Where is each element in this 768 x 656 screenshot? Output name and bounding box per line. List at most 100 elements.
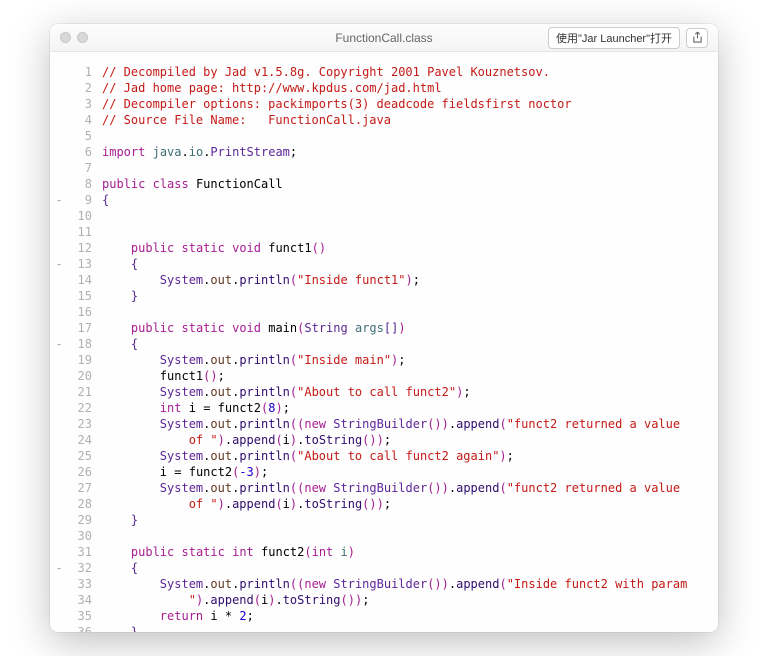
fold-gutter	[50, 112, 68, 128]
code-line[interactable]: 24 of ").append(i).toString());	[50, 432, 718, 448]
code-editor[interactable]: 1// Decompiled by Jad v1.5.8g. Copyright…	[50, 52, 718, 632]
fold-gutter[interactable]: -	[50, 560, 68, 576]
fold-gutter	[50, 304, 68, 320]
code-content: {	[100, 560, 718, 576]
line-number: 8	[68, 176, 100, 192]
code-line[interactable]: 29 }	[50, 512, 718, 528]
code-line[interactable]: -18 {	[50, 336, 718, 352]
code-content: import java.io.PrintStream;	[100, 144, 718, 160]
fold-gutter	[50, 448, 68, 464]
code-line[interactable]: 22 int i = funct2(8);	[50, 400, 718, 416]
titlebar-right: 使用"Jar Launcher"打开	[548, 27, 708, 49]
code-line[interactable]: 27 System.out.println((new StringBuilder…	[50, 480, 718, 496]
code-line[interactable]: 10	[50, 208, 718, 224]
line-number: 24	[68, 432, 100, 448]
code-line[interactable]: 11	[50, 224, 718, 240]
code-line[interactable]: 30	[50, 528, 718, 544]
code-content: }	[100, 624, 718, 632]
line-number: 27	[68, 480, 100, 496]
code-line[interactable]: 15 }	[50, 288, 718, 304]
line-number: 34	[68, 592, 100, 608]
code-line[interactable]: 1// Decompiled by Jad v1.5.8g. Copyright…	[50, 64, 718, 80]
line-number: 12	[68, 240, 100, 256]
code-line[interactable]: -9{	[50, 192, 718, 208]
fold-gutter	[50, 208, 68, 224]
code-line[interactable]: 33 System.out.println((new StringBuilder…	[50, 576, 718, 592]
code-line[interactable]: 4// Source File Name: FunctionCall.java	[50, 112, 718, 128]
line-number: 1	[68, 64, 100, 80]
code-line[interactable]: -13 {	[50, 256, 718, 272]
code-line[interactable]: 20 funct1();	[50, 368, 718, 384]
code-line[interactable]: -32 {	[50, 560, 718, 576]
fold-gutter	[50, 240, 68, 256]
fold-gutter	[50, 352, 68, 368]
code-line[interactable]: 23 System.out.println((new StringBuilder…	[50, 416, 718, 432]
line-number: 5	[68, 128, 100, 144]
code-content: {	[100, 192, 718, 208]
line-number: 21	[68, 384, 100, 400]
minimize-dot[interactable]	[77, 32, 88, 43]
line-number: 9	[68, 192, 100, 208]
code-content: System.out.println("About to call funct2…	[100, 384, 718, 400]
code-line[interactable]: 5	[50, 128, 718, 144]
code-line[interactable]: 14 System.out.println("Inside funct1");	[50, 272, 718, 288]
code-line[interactable]: 17 public static void main(String args[]…	[50, 320, 718, 336]
line-number: 28	[68, 496, 100, 512]
code-line[interactable]: 34 ").append(i).toString());	[50, 592, 718, 608]
code-content: System.out.println("About to call funct2…	[100, 448, 718, 464]
code-content	[100, 224, 718, 240]
fold-gutter[interactable]: -	[50, 336, 68, 352]
line-number: 20	[68, 368, 100, 384]
code-line[interactable]: 26 i = funct2(-3);	[50, 464, 718, 480]
fold-gutter	[50, 176, 68, 192]
code-line[interactable]: 36 }	[50, 624, 718, 632]
code-line[interactable]: 7	[50, 160, 718, 176]
close-dot[interactable]	[60, 32, 71, 43]
code-line[interactable]: 31 public static int funct2(int i)	[50, 544, 718, 560]
code-content: // Source File Name: FunctionCall.java	[100, 112, 718, 128]
code-content: System.out.println("Inside funct1");	[100, 272, 718, 288]
code-line[interactable]: 16	[50, 304, 718, 320]
line-number: 11	[68, 224, 100, 240]
code-content	[100, 304, 718, 320]
line-number: 18	[68, 336, 100, 352]
fold-gutter	[50, 160, 68, 176]
fold-gutter	[50, 320, 68, 336]
code-content: // Decompiled by Jad v1.5.8g. Copyright …	[100, 64, 718, 80]
fold-gutter	[50, 96, 68, 112]
line-number: 17	[68, 320, 100, 336]
code-content: of ").append(i).toString());	[100, 432, 718, 448]
traffic-lights	[60, 32, 88, 43]
share-button[interactable]	[686, 28, 708, 48]
open-with-button[interactable]: 使用"Jar Launcher"打开	[548, 27, 680, 49]
code-line[interactable]: 19 System.out.println("Inside main");	[50, 352, 718, 368]
code-line[interactable]: 2// Jad home page: http://www.kpdus.com/…	[50, 80, 718, 96]
code-line[interactable]: 3// Decompiler options: packimports(3) d…	[50, 96, 718, 112]
fold-gutter	[50, 368, 68, 384]
line-number: 32	[68, 560, 100, 576]
fold-gutter[interactable]: -	[50, 192, 68, 208]
code-line[interactable]: 8public class FunctionCall	[50, 176, 718, 192]
line-number: 25	[68, 448, 100, 464]
fold-gutter[interactable]: -	[50, 256, 68, 272]
code-line[interactable]: 25 System.out.println("About to call fun…	[50, 448, 718, 464]
fold-gutter	[50, 608, 68, 624]
code-content: System.out.println("Inside main");	[100, 352, 718, 368]
line-number: 36	[68, 624, 100, 632]
code-line[interactable]: 28 of ").append(i).toString());	[50, 496, 718, 512]
code-line[interactable]: 6import java.io.PrintStream;	[50, 144, 718, 160]
fold-gutter	[50, 592, 68, 608]
code-line[interactable]: 35 return i * 2;	[50, 608, 718, 624]
code-content	[100, 528, 718, 544]
code-content	[100, 208, 718, 224]
line-number: 3	[68, 96, 100, 112]
code-line[interactable]: 21 System.out.println("About to call fun…	[50, 384, 718, 400]
code-content: {	[100, 256, 718, 272]
fold-gutter	[50, 512, 68, 528]
line-number: 30	[68, 528, 100, 544]
code-content: int i = funct2(8);	[100, 400, 718, 416]
line-number: 19	[68, 352, 100, 368]
line-number: 16	[68, 304, 100, 320]
code-content: public static void main(String args[])	[100, 320, 718, 336]
code-line[interactable]: 12 public static void funct1()	[50, 240, 718, 256]
